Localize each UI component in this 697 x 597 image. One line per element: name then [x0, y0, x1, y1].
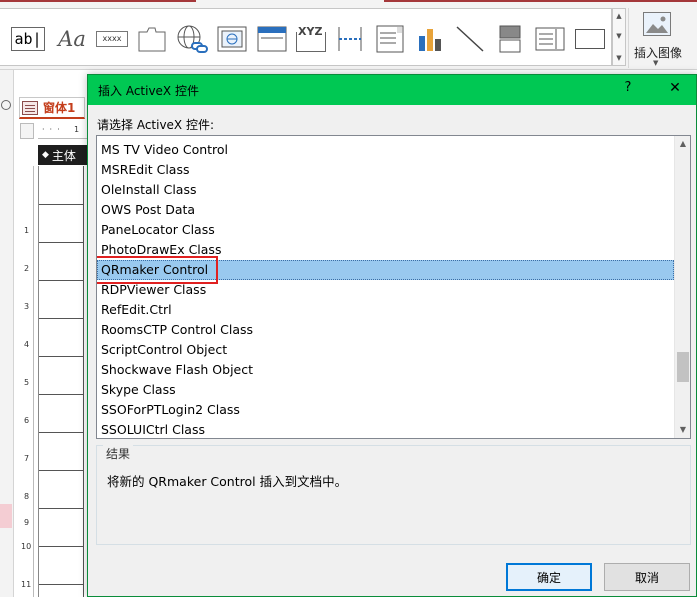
grid-line	[39, 356, 83, 357]
form-tab-label: 窗体1	[43, 101, 76, 115]
activex-list-items: MS TV Video Control MSREdit Class OleIns…	[97, 140, 674, 438]
scroll-up-icon[interactable]: ▲	[675, 136, 690, 152]
ruler-corner[interactable]	[20, 123, 34, 139]
help-icon[interactable]: ?	[616, 80, 640, 100]
list-item[interactable]: MS TV Video Control	[97, 140, 674, 160]
scroll-down-icon[interactable]: ▼	[675, 422, 690, 438]
list-item[interactable]: RefEdit.Ctrl	[97, 300, 674, 320]
vertical-ruler: 1 2 3 4 5 6 7 8 9 10 11	[20, 166, 34, 597]
grid-line	[39, 280, 83, 281]
ruler-mark: 1	[74, 125, 80, 134]
list-item[interactable]: PaneLocator Class	[97, 220, 674, 240]
list-scrollbar[interactable]: ▲ ▼	[674, 136, 690, 438]
button-control-icon[interactable]: xxxx	[92, 19, 132, 59]
pin-icon[interactable]	[1, 100, 11, 110]
gallery-down-arrow-icon[interactable]: ▼	[613, 31, 625, 41]
horizontal-ruler: ··· 1	[38, 123, 94, 139]
combo-box-control-icon[interactable]	[370, 19, 410, 59]
gallery-more-icon[interactable]: ▼	[613, 53, 625, 63]
tab-form1[interactable]: 窗体1	[19, 97, 85, 119]
grid-line	[39, 584, 83, 585]
list-item[interactable]: SSOForPTLogin2 Class	[97, 400, 674, 420]
grid-line	[39, 470, 83, 471]
ok-button[interactable]: 确定	[506, 563, 592, 591]
dialog-title: 插入 ActiveX 控件	[98, 84, 199, 98]
list-item[interactable]: SSOLUICtrl Class	[97, 420, 674, 438]
label-glyph: Aa	[58, 27, 86, 51]
line-control-icon[interactable]	[450, 19, 490, 59]
chevron-down-icon: ▼	[653, 59, 659, 67]
textbox-control-icon[interactable]: ab|	[8, 19, 48, 59]
ruler-mark: 5	[24, 378, 30, 387]
ruler-mark: 10	[21, 542, 32, 551]
activex-prompt: 请选择 ActiveX 控件:	[97, 118, 215, 132]
ribbon-accent-line	[0, 0, 196, 2]
tab-control-icon[interactable]	[132, 19, 172, 59]
cancel-button[interactable]: 取消	[604, 563, 690, 591]
grid-line	[39, 204, 83, 205]
label-control-icon[interactable]: Aa	[52, 19, 92, 59]
ruler-mark: 1	[24, 226, 30, 235]
grid-line	[39, 546, 83, 547]
scroll-thumb[interactable]	[677, 352, 689, 382]
grid-line	[39, 394, 83, 395]
list-item[interactable]: OWS Post Data	[97, 200, 674, 220]
grid-line	[39, 242, 83, 243]
list-item[interactable]: MSREdit Class	[97, 160, 674, 180]
button-glyph: xxxx	[96, 31, 128, 47]
navigation-pane-edge	[0, 70, 14, 597]
nav-selected-marker	[0, 504, 12, 528]
image-icon	[643, 12, 671, 36]
rectangle-control-icon[interactable]	[570, 19, 610, 59]
option-group-control-icon[interactable]: XYZ	[292, 19, 332, 59]
ruler-mark: 7	[24, 454, 30, 463]
list-item[interactable]: ScriptControl Object	[97, 340, 674, 360]
ruler-mark: 11	[21, 580, 32, 589]
grid-line	[83, 166, 84, 597]
result-legend: 结果	[103, 445, 134, 462]
form-icon	[22, 100, 38, 115]
insert-activex-dialog: 插入 ActiveX 控件 ? ✕ 请选择 ActiveX 控件: MS TV …	[87, 74, 697, 597]
section-detail-bar[interactable]: ◆ 主体	[38, 145, 94, 165]
form-grid[interactable]	[38, 166, 94, 597]
toggle-button-control-icon[interactable]	[490, 19, 530, 59]
ribbon: ab| Aa xxxx XYZ ▲ ▼ ▼ 插入图像 ▼	[0, 0, 697, 70]
list-box-control-icon[interactable]	[530, 19, 570, 59]
result-text: 将新的 QRmaker Control 插入到文档中。	[107, 474, 348, 489]
option-group-glyph: XYZ	[298, 25, 323, 38]
activex-list[interactable]: MS TV Video Control MSREdit Class OleIns…	[96, 135, 691, 439]
gallery-up-arrow-icon[interactable]: ▲	[613, 11, 625, 21]
list-item[interactable]: RDPViewer Class	[97, 280, 674, 300]
grid-line	[39, 508, 83, 509]
ribbon-accent-line	[384, 0, 697, 2]
controls-gallery: ab| Aa xxxx XYZ	[0, 8, 612, 66]
grid-line	[39, 432, 83, 433]
section-arrow-icon: ◆	[42, 150, 49, 160]
list-item[interactable]: RoomsCTP Control Class	[97, 320, 674, 340]
ruler-mark: 6	[24, 416, 30, 425]
web-browser-control-icon[interactable]	[212, 19, 252, 59]
chart-control-icon[interactable]	[410, 19, 450, 59]
close-icon[interactable]: ✕	[660, 80, 690, 100]
list-item-selected[interactable]: QRmaker Control	[97, 256, 674, 284]
ruler-mark: 9	[24, 518, 30, 527]
section-label: 主体	[51, 148, 76, 163]
gallery-scroller[interactable]: ▲ ▼ ▼	[612, 8, 626, 66]
hyperlink-control-icon[interactable]	[172, 19, 212, 59]
ruler-mark: 8	[24, 492, 30, 501]
textbox-glyph: ab|	[11, 27, 45, 51]
list-item[interactable]: Skype Class	[97, 380, 674, 400]
list-item[interactable]: Shockwave Flash Object	[97, 360, 674, 380]
insert-image-button[interactable]: 插入图像 ▼	[628, 8, 688, 68]
grid-line	[39, 318, 83, 319]
list-item[interactable]: OleInstall Class	[97, 180, 674, 200]
dialog-titlebar[interactable]: 插入 ActiveX 控件 ? ✕	[88, 75, 696, 105]
navigation-control-icon[interactable]	[252, 19, 292, 59]
result-group: 结果 将新的 QRmaker Control 插入到文档中。	[96, 445, 691, 545]
page-break-control-icon[interactable]	[330, 19, 370, 59]
ruler-mark: 4	[24, 340, 30, 349]
ruler-mark: 3	[24, 302, 30, 311]
ruler-mark: 2	[24, 264, 30, 273]
